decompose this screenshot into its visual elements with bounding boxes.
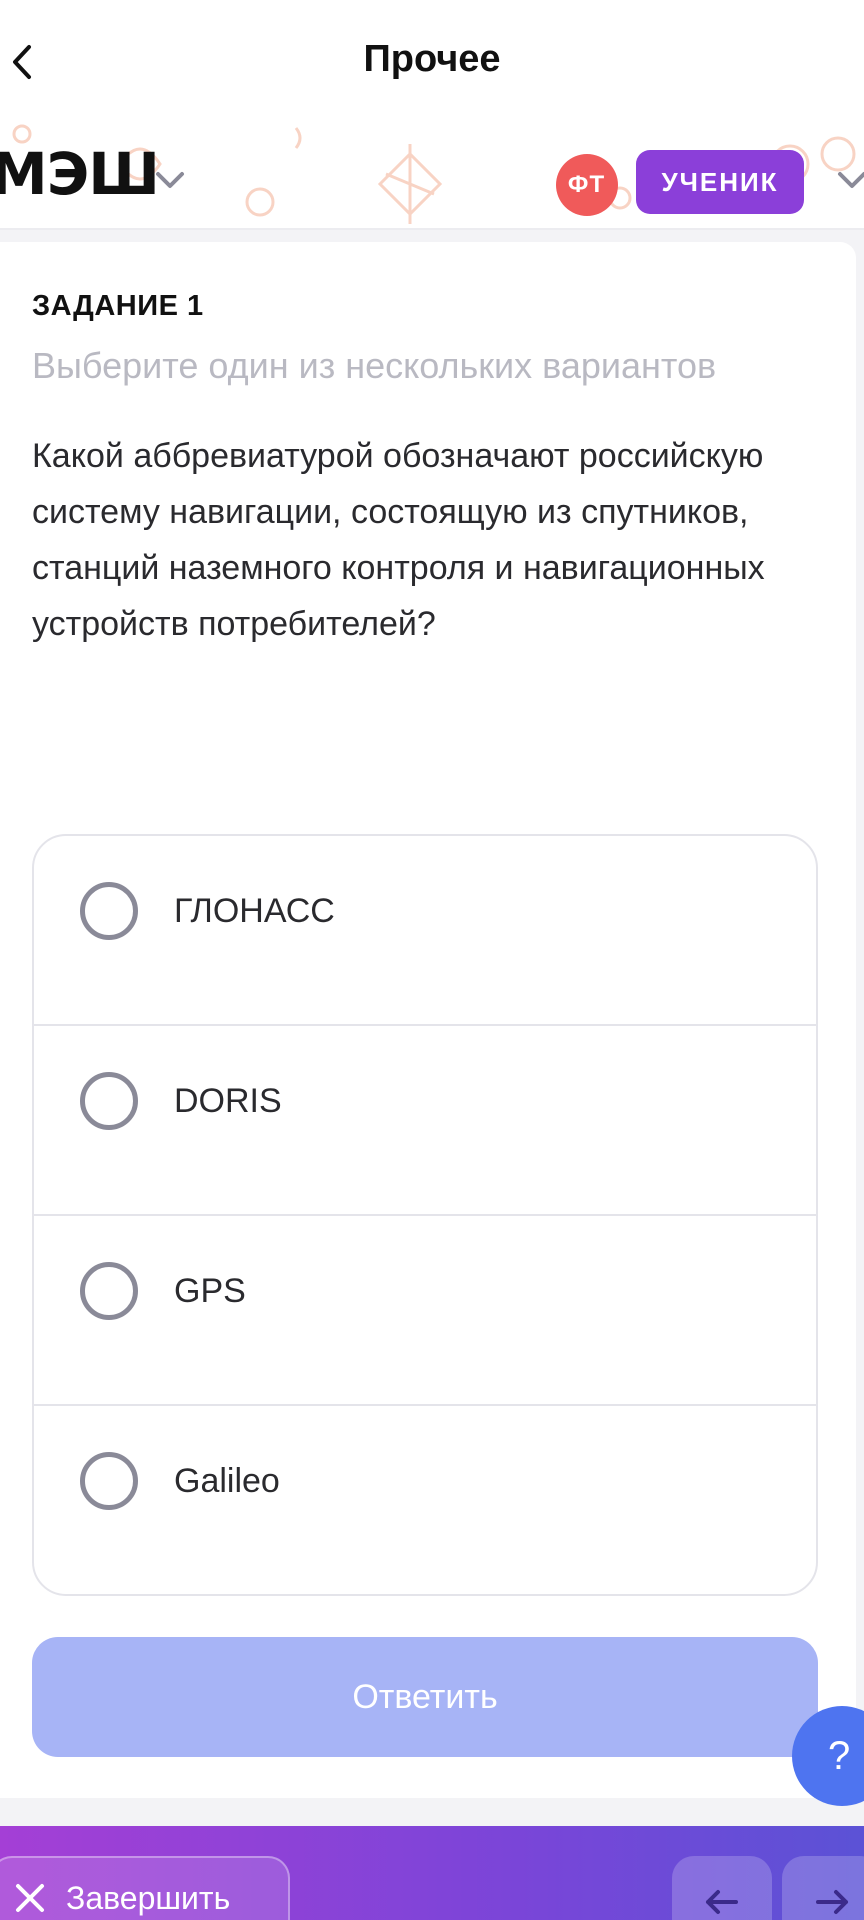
submit-answer-button[interactable]: Ответить [32,1637,818,1757]
answer-option[interactable]: Galileo [34,1406,816,1594]
question-text: Какой аббревиатурой обозначают российску… [32,437,765,643]
radio-button[interactable] [80,882,138,940]
finish-button[interactable]: Завершить [0,1856,290,1920]
answer-option[interactable]: DORIS [34,1026,816,1216]
radio-button[interactable] [80,1452,138,1510]
radio-button[interactable] [80,1072,138,1130]
answer-option[interactable]: GPS [34,1216,816,1406]
mesh-logo: МЭШ [0,140,160,208]
role-badge[interactable]: УЧЕНИК [636,150,804,214]
radio-button[interactable] [80,1262,138,1320]
answer-option[interactable]: ГЛОНАСС [34,836,816,1026]
app-header: МЭШ ФТ УЧЕНИК [0,124,864,230]
answer-options: ГЛОНАСС DORIS GPS Galileo [32,834,818,1596]
close-icon [16,1884,44,1912]
arrow-right-icon [816,1890,848,1914]
task-instruction: Выберите один из нескольких вариантов [32,345,717,386]
arrow-left-icon [706,1890,738,1914]
answer-option-label: Galileo [174,1462,280,1500]
answer-option-label: GPS [174,1272,246,1310]
top-nav-bar: Прочее [0,0,864,124]
bottom-action-bar: Завершить [0,1826,864,1920]
finish-button-label: Завершить [66,1880,231,1916]
page-title: Прочее [363,38,501,80]
task-number: ЗАДАНИЕ 1 [32,290,204,322]
avatar[interactable]: ФТ [556,154,618,216]
next-task-button[interactable] [782,1856,864,1920]
chevron-down-icon[interactable] [836,170,864,190]
answer-option-label: DORIS [174,1082,282,1120]
chevron-down-icon[interactable] [154,170,186,190]
answer-option-label: ГЛОНАСС [174,892,335,930]
previous-task-button[interactable] [672,1856,772,1920]
